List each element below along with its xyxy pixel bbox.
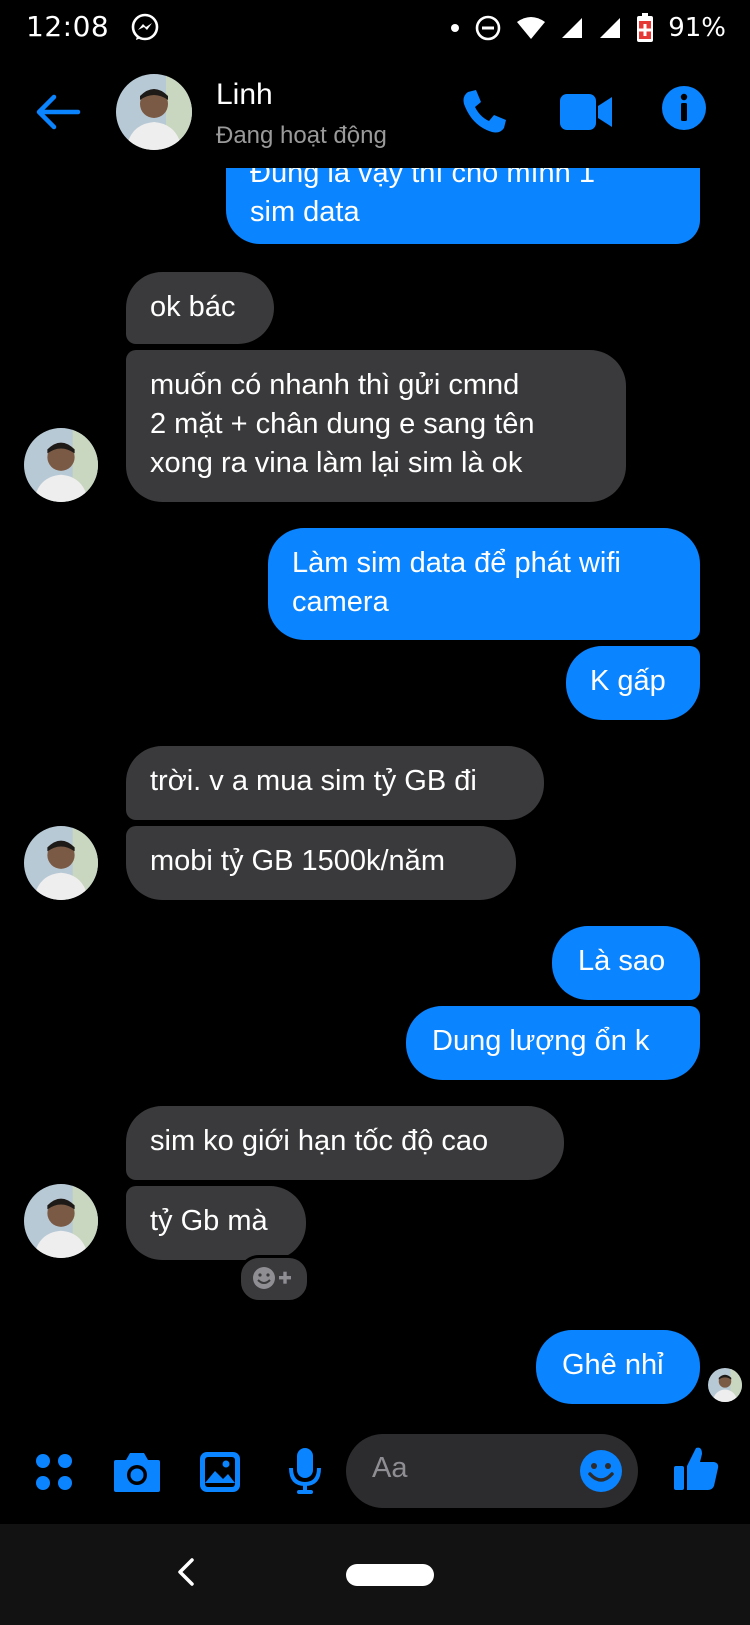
message-input[interactable]: Aa — [346, 1434, 638, 1508]
nav-back-icon[interactable] — [172, 1554, 202, 1590]
contact-avatar-small[interactable] — [24, 428, 98, 502]
video-icon[interactable] — [558, 90, 614, 134]
contact-avatar-small[interactable] — [24, 826, 98, 900]
gallery-icon[interactable] — [198, 1450, 242, 1494]
info-icon[interactable] — [660, 84, 708, 132]
avatar-photo — [24, 1184, 98, 1258]
emoji-icon[interactable] — [578, 1448, 624, 1494]
incoming-message[interactable]: muốn có nhanh thì gửi cmnd 2 mặt + chân … — [126, 350, 626, 502]
contact-avatar-small[interactable] — [24, 1184, 98, 1258]
seen-indicator-avatar — [708, 1368, 742, 1402]
incoming-message[interactable]: sim ko giới hạn tốc độ cao — [126, 1106, 564, 1180]
microphone-icon[interactable] — [288, 1446, 322, 1496]
battery-charging-icon — [637, 13, 654, 42]
avatar-photo — [24, 826, 98, 900]
incoming-message[interactable]: ok bác — [126, 272, 274, 344]
avatar-photo — [708, 1368, 742, 1402]
status-bar: 12:08 91% — [0, 0, 750, 56]
add-reaction-icon — [253, 1267, 291, 1289]
incoming-message[interactable]: trời. v a mua sim tỷ GB đi — [126, 746, 544, 820]
message-input-placeholder: Aa — [372, 1452, 408, 1484]
signal-icon — [562, 18, 583, 38]
dot-icon — [451, 24, 460, 32]
contact-avatar[interactable] — [116, 74, 192, 150]
avatar-photo — [116, 74, 192, 150]
status-time: 12:08 — [26, 10, 110, 43]
do-not-disturb-icon — [475, 15, 501, 41]
incoming-message[interactable]: tỷ Gb mà — [126, 1186, 306, 1260]
messenger-chat-screen: 12:08 91% Linh Đang hoạt động Đúng là vậ… — [0, 0, 750, 1625]
messenger-icon — [131, 13, 159, 41]
back-arrow-icon[interactable] — [30, 84, 86, 140]
message-thread[interactable]: Đúng là vậy thì cho mình 1 sim data ok b… — [0, 146, 750, 1418]
camera-icon[interactable] — [112, 1450, 162, 1494]
signal-icon — [600, 18, 621, 38]
contact-active-status: Đang hoạt động — [216, 122, 387, 149]
incoming-message[interactable]: mobi tỷ GB 1500k/năm — [126, 826, 516, 900]
status-icons: 91% — [450, 12, 726, 44]
thumbs-up-icon[interactable] — [672, 1444, 720, 1494]
system-navigation-bar — [0, 1524, 750, 1625]
message-composer: Aa — [0, 1418, 750, 1524]
nav-home-pill[interactable] — [346, 1564, 434, 1586]
outgoing-message[interactable]: K gấp — [566, 646, 700, 720]
apps-icon[interactable] — [34, 1452, 74, 1492]
add-reaction-button[interactable] — [238, 1255, 310, 1303]
battery-percent: 91% — [668, 13, 726, 43]
avatar-photo — [24, 428, 98, 502]
contact-name: Linh — [216, 78, 273, 111]
outgoing-message[interactable]: Ghê nhỉ — [536, 1330, 700, 1404]
outgoing-message[interactable]: Là sao — [552, 926, 700, 1000]
chat-header: Linh Đang hoạt động — [0, 56, 750, 168]
outgoing-message[interactable]: Dung lượng ổn k — [406, 1006, 700, 1080]
wifi-icon — [517, 17, 546, 39]
outgoing-message[interactable]: Làm sim data để phát wifi camera — [268, 528, 700, 640]
phone-icon[interactable] — [458, 86, 510, 138]
